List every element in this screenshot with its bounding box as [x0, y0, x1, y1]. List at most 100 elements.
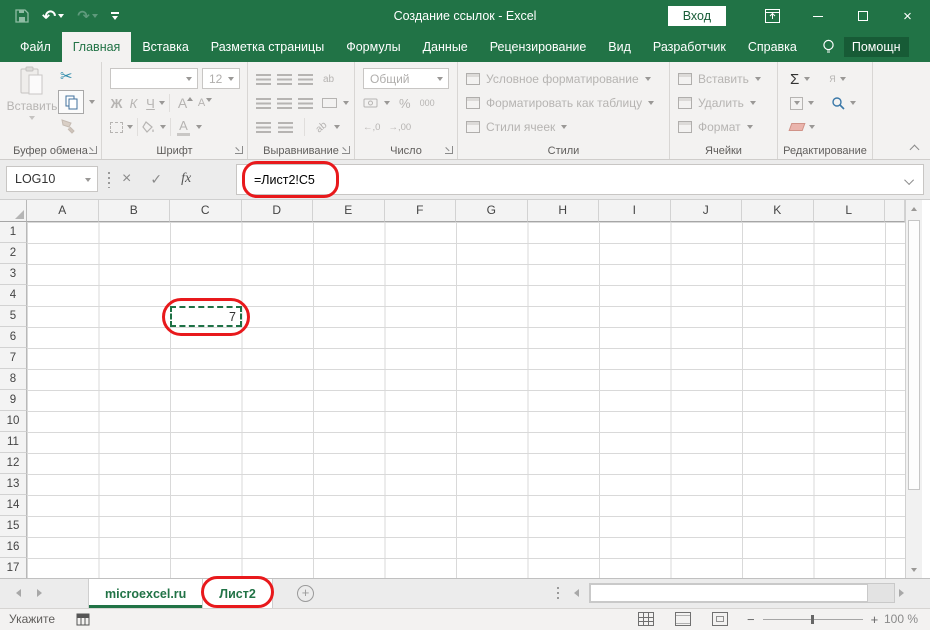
find-select-icon[interactable]	[831, 96, 845, 110]
font-dialog-launcher[interactable]	[235, 146, 243, 154]
zoom-slider-thumb[interactable]	[811, 615, 814, 624]
zoom-level[interactable]: 100 %	[884, 612, 918, 626]
horizontal-scroll-thumb[interactable]	[590, 584, 868, 602]
tab-view[interactable]: Вид	[597, 32, 642, 62]
column-header-I[interactable]: I	[599, 200, 671, 222]
row-header-8[interactable]: 8	[0, 369, 27, 390]
vertical-scroll-thumb[interactable]	[908, 220, 920, 490]
tell-me-input[interactable]: Помощн	[844, 37, 909, 57]
tab-file[interactable]: Файл	[9, 32, 62, 62]
scroll-up-icon[interactable]	[911, 207, 917, 211]
undo-dropdown-icon[interactable]	[58, 14, 64, 18]
previous-sheet-icon[interactable]	[16, 589, 21, 597]
formula-input[interactable]: =Лист2!C5	[236, 164, 924, 195]
row-header-16[interactable]: 16	[0, 537, 27, 558]
normal-view-button[interactable]	[638, 612, 654, 626]
fill-dropdown-icon	[808, 101, 814, 105]
row-header-6[interactable]: 6	[0, 327, 27, 348]
row-header-7[interactable]: 7	[0, 348, 27, 369]
cancel-icon[interactable]: ×	[122, 170, 131, 188]
copy-button[interactable]	[58, 90, 84, 114]
column-header-B[interactable]: B	[99, 200, 171, 222]
underline-dropdown-icon	[159, 101, 165, 105]
macro-record-icon[interactable]	[76, 613, 90, 629]
name-box-dropdown-icon[interactable]	[85, 178, 91, 182]
collapse-ribbon-icon[interactable]	[910, 145, 920, 155]
clipboard-dialog-launcher[interactable]	[89, 146, 97, 154]
column-header-H[interactable]: H	[528, 200, 600, 222]
cells-area[interactable]	[27, 222, 905, 578]
zoom-in-button[interactable]: +	[871, 612, 879, 627]
column-header-C[interactable]: C	[170, 200, 242, 222]
next-sheet-icon[interactable]	[37, 589, 42, 597]
page-break-view-button[interactable]	[712, 612, 728, 626]
clear-icon[interactable]	[789, 123, 806, 131]
tab-page-layout[interactable]: Разметка страницы	[200, 32, 335, 62]
zoom-out-button[interactable]: −	[747, 612, 755, 627]
row-header-15[interactable]: 15	[0, 516, 27, 537]
column-header-K[interactable]: K	[742, 200, 814, 222]
tell-me-area[interactable]: Помощн	[822, 32, 909, 62]
column-header-J[interactable]: J	[671, 200, 743, 222]
column-header-E[interactable]: E	[313, 200, 385, 222]
tab-home[interactable]: Главная	[62, 32, 132, 62]
horizontal-scrollbar[interactable]	[589, 583, 895, 603]
row-header-17[interactable]: 17	[0, 558, 27, 579]
ribbon-display-options-button[interactable]	[750, 0, 795, 32]
vertical-scrollbar[interactable]	[905, 200, 922, 578]
tab-formulas[interactable]: Формулы	[335, 32, 411, 62]
row-header-9[interactable]: 9	[0, 390, 27, 411]
column-header-partial[interactable]	[885, 200, 905, 222]
zoom-slider[interactable]	[763, 619, 863, 620]
save-icon[interactable]	[15, 9, 29, 23]
column-header-D[interactable]: D	[242, 200, 314, 222]
row-header-1[interactable]: 1	[0, 222, 27, 243]
tab-developer[interactable]: Разработчик	[642, 32, 737, 62]
format-as-table-icon	[466, 97, 480, 109]
tab-data[interactable]: Данные	[412, 32, 479, 62]
insert-function-icon[interactable]: fx	[181, 171, 191, 187]
row-header-2[interactable]: 2	[0, 243, 27, 264]
row-header-5[interactable]: 5	[0, 306, 27, 327]
expand-formula-bar-icon[interactable]	[904, 175, 914, 185]
page-layout-view-button[interactable]	[675, 612, 691, 626]
close-button[interactable]: ×	[885, 0, 930, 32]
undo-button[interactable]: ↶	[42, 8, 64, 25]
row-header-10[interactable]: 10	[0, 411, 27, 432]
tab-scrollbar-divider[interactable]	[557, 587, 559, 601]
sign-in-button[interactable]: Вход	[668, 6, 726, 26]
row-header-4[interactable]: 4	[0, 285, 27, 306]
copied-cell-C5[interactable]: 7	[170, 306, 242, 327]
row-header-12[interactable]: 12	[0, 453, 27, 474]
clear-dropdown-icon[interactable]	[809, 125, 815, 129]
tab-help[interactable]: Справка	[737, 32, 808, 62]
autosum-dropdown-icon[interactable]	[804, 77, 810, 81]
hscroll-left-icon[interactable]	[574, 589, 579, 597]
tab-insert[interactable]: Вставка	[131, 32, 199, 62]
row-header-3[interactable]: 3	[0, 264, 27, 285]
select-all-button[interactable]	[0, 200, 27, 222]
alignment-dialog-launcher[interactable]	[342, 146, 350, 154]
row-header-13[interactable]: 13	[0, 474, 27, 495]
customize-qat-button[interactable]	[111, 12, 119, 20]
enter-icon[interactable]: ✓	[150, 171, 162, 188]
new-sheet-button[interactable]: +	[297, 585, 314, 602]
minimize-button[interactable]	[795, 0, 840, 32]
find-select-dropdown-icon[interactable]	[850, 101, 856, 105]
number-dialog-launcher[interactable]	[445, 146, 453, 154]
sheet-tab-list2[interactable]: Лист2	[203, 579, 272, 608]
column-header-G[interactable]: G	[456, 200, 528, 222]
maximize-button[interactable]	[840, 0, 885, 32]
name-box[interactable]: LOG10	[6, 166, 98, 192]
row-header-11[interactable]: 11	[0, 432, 27, 453]
copy-dropdown-icon[interactable]	[89, 100, 95, 104]
column-header-F[interactable]: F	[385, 200, 457, 222]
tab-review[interactable]: Рецензирование	[479, 32, 598, 62]
scroll-down-icon[interactable]	[911, 568, 917, 572]
row-header-14[interactable]: 14	[0, 495, 27, 516]
column-header-L[interactable]: L	[814, 200, 886, 222]
sheet-tab-microexcel[interactable]: microexcel.ru	[88, 579, 203, 608]
hscroll-right-icon[interactable]	[899, 589, 904, 597]
column-header-A[interactable]: A	[27, 200, 99, 222]
autosum-icon[interactable]: Σ	[790, 71, 799, 88]
